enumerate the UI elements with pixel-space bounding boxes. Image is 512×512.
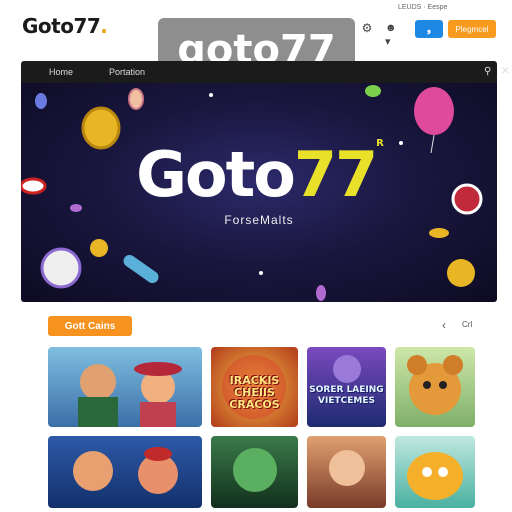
search-icon[interactable]: ⚲ <box>484 66 491 77</box>
soccer-ball-decoration <box>40 247 82 289</box>
social-button-label: ❟ <box>427 23 431 35</box>
game-card-art <box>73 447 178 494</box>
hero-title-mark: R <box>376 138 384 149</box>
candy-decoration <box>128 88 144 110</box>
game-card-art <box>78 362 182 427</box>
game-card-2[interactable]: IRACKIS CHEIIS CRACOS <box>211 347 298 427</box>
hero-banner[interactable]: Goto77R ForseMalts <box>21 83 497 302</box>
game-card-1[interactable] <box>48 347 202 427</box>
hero-title-accent: 77 <box>293 138 378 211</box>
sparkle <box>259 271 263 275</box>
section-heading: Gott Cains <box>48 316 132 336</box>
rocket-decoration <box>123 254 159 284</box>
hero-title: Goto77R <box>21 138 497 211</box>
game-card-art <box>407 355 463 415</box>
user-menu-icon[interactable]: ☻ ▾ <box>385 21 405 48</box>
section-more-link[interactable]: Crl <box>462 320 472 329</box>
game-card-label: IRACKIS CHEIIS CRACOS <box>229 374 280 411</box>
gold-coin-decoration <box>447 259 475 287</box>
site-logo[interactable]: Goto77. <box>22 14 108 38</box>
settings-icon[interactable]: ⚙ <box>360 21 374 35</box>
chevron-left-icon[interactable]: ‹ <box>442 318 446 332</box>
game-card-8[interactable] <box>395 436 475 508</box>
signup-button-label: Plegmcel <box>455 24 489 34</box>
hero-subtitle: ForseMalts <box>224 213 294 227</box>
logo-dot: . <box>100 14 108 38</box>
game-card-3[interactable]: SORER LAEING VIETCEMES <box>307 347 386 427</box>
main-nav: Home Portation ⚲ ✕ <box>21 61 509 83</box>
game-card-art <box>233 448 277 492</box>
nav-item-home[interactable]: Home <box>49 67 73 77</box>
candy-decoration <box>365 85 381 97</box>
candy-decoration <box>316 285 326 301</box>
social-button[interactable]: ❟ <box>415 20 443 38</box>
candy-decoration <box>35 93 47 109</box>
game-card-7[interactable] <box>307 436 386 508</box>
top-utility-text: LEUDS · Eespe <box>398 4 448 11</box>
candy-decoration <box>429 228 449 238</box>
balloon-decoration <box>414 87 454 135</box>
hero-title-main: Goto <box>136 138 296 211</box>
game-card-label: SORER LAEING VIETCEMES <box>309 385 384 406</box>
close-icon[interactable]: ✕ <box>501 66 509 77</box>
signup-button[interactable]: Plegmcel <box>448 20 496 38</box>
game-card-4[interactable] <box>395 347 475 427</box>
game-card-6[interactable] <box>211 436 298 508</box>
game-card-art <box>407 452 463 500</box>
gold-coin-decoration <box>90 239 108 257</box>
game-card-5[interactable] <box>48 436 202 508</box>
logo-text: Goto77 <box>22 14 101 38</box>
game-card-art <box>329 450 365 486</box>
section-heading-label: Gott Cains <box>64 320 116 332</box>
sparkle <box>209 93 213 97</box>
nav-item-portation[interactable]: Portation <box>109 67 145 77</box>
